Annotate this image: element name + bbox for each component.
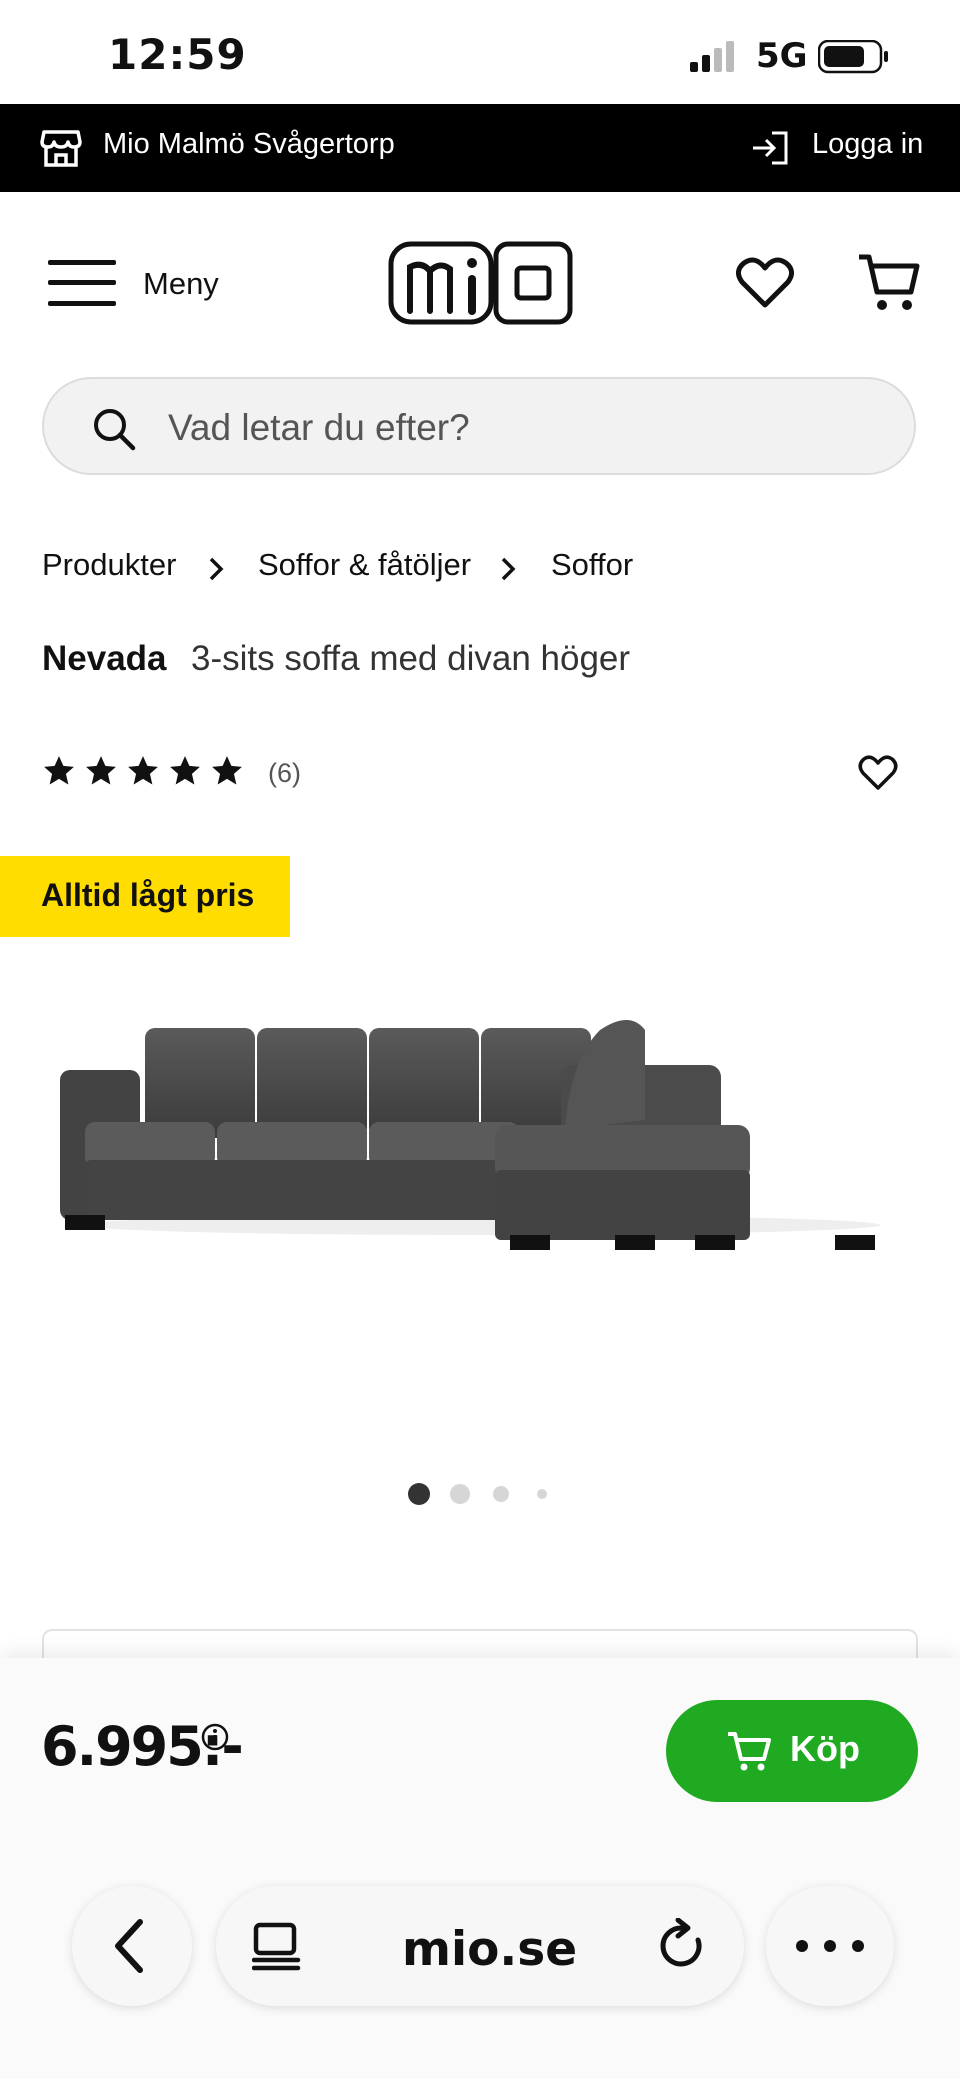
menu-icon[interactable] <box>48 258 116 308</box>
store-name[interactable]: Mio Malmö Svågertorp <box>103 128 395 161</box>
cart-icon <box>728 1732 771 1771</box>
carousel-dot[interactable] <box>408 1483 430 1505</box>
rating-stars[interactable] <box>42 754 242 792</box>
cart-icon[interactable] <box>857 252 921 312</box>
more-button[interactable] <box>766 1886 894 2006</box>
url-text[interactable]: mio.se <box>402 1922 577 1977</box>
more-icon <box>796 1940 864 1952</box>
breadcrumb-item-produkter[interactable]: Produkter <box>42 547 176 583</box>
chevron-right-icon <box>501 557 516 581</box>
search-icon <box>94 409 136 451</box>
reload-icon[interactable] <box>658 1918 710 1974</box>
low-price-badge: Alltid lågt pris <box>0 856 290 937</box>
back-icon <box>115 1919 143 1973</box>
carousel-dot[interactable] <box>493 1486 509 1502</box>
heart-icon[interactable] <box>736 255 794 309</box>
carousel-dot[interactable] <box>450 1484 470 1504</box>
badge-label: Alltid lågt pris <box>41 877 255 913</box>
product-brand: Nevada <box>42 639 167 678</box>
star-icon <box>44 756 74 785</box>
product-image[interactable] <box>55 1010 905 1280</box>
buy-label: Köp <box>790 1728 860 1769</box>
login-link[interactable]: Logga in <box>812 128 923 161</box>
login-icon[interactable] <box>750 130 790 166</box>
star-icon <box>170 756 200 785</box>
search-bar[interactable] <box>42 377 916 475</box>
status-time: 12:59 <box>108 30 247 79</box>
carousel-dot[interactable] <box>537 1489 547 1499</box>
breadcrumb-item-soffor[interactable]: Soffor <box>551 547 633 583</box>
star-icon <box>86 756 116 785</box>
search-input[interactable] <box>166 399 870 457</box>
rating-count[interactable]: (6) <box>268 758 301 789</box>
mio-logo[interactable] <box>388 241 573 325</box>
wishlist-heart-icon[interactable] <box>858 754 898 792</box>
network-label: 5G <box>756 36 808 76</box>
battery-icon <box>818 40 888 74</box>
signal-icon <box>690 41 734 72</box>
store-icon <box>40 130 82 167</box>
star-icon <box>128 756 158 785</box>
menu-label[interactable]: Meny <box>143 266 219 302</box>
product-description: 3-sits soffa med divan höger <box>191 639 631 678</box>
breadcrumb-item-soffor-fatoljer[interactable]: Soffor & fåtöljer <box>258 547 471 583</box>
back-button[interactable] <box>72 1886 192 2006</box>
star-icon <box>212 756 242 785</box>
tabs-icon[interactable] <box>252 1922 302 1972</box>
buy-button[interactable]: Köp <box>666 1700 918 1802</box>
store-bar: Mio Malmö Svågertorp Logga in <box>0 104 960 192</box>
info-icon[interactable] <box>200 1722 230 1752</box>
chevron-right-icon <box>209 557 224 581</box>
